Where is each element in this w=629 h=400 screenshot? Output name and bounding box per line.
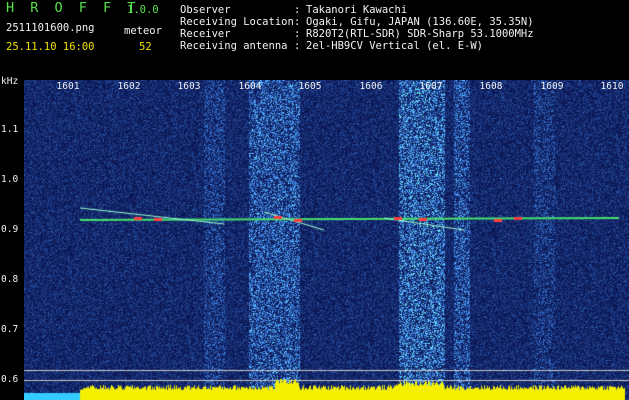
info-value-receiver: R820T2(RTL-SDR) SDR-Sharp 53.1000MHz bbox=[306, 28, 534, 40]
x-tick-label: 1602 bbox=[117, 81, 141, 92]
file-datetime: 25.11.10 16:00 bbox=[6, 41, 95, 53]
y-tick-label: 1.0 bbox=[1, 174, 19, 185]
app-version: 1.0.0 bbox=[127, 4, 159, 16]
x-tick-label: 1608 bbox=[479, 81, 503, 92]
frequency-axis: kHz 1.1 1.0 0.9 0.8 0.7 0.6 bbox=[0, 76, 24, 400]
info-label-antenna: Receiving antenna bbox=[180, 40, 288, 52]
info-value-location: Ogaki, Gifu, JAPAN (136.60E, 35.35N) bbox=[306, 16, 534, 28]
x-tick-label: 1607 bbox=[419, 81, 443, 92]
x-tick-label: 1609 bbox=[540, 81, 564, 92]
info-sep-location: : bbox=[294, 16, 301, 28]
y-tick-label: 0.9 bbox=[1, 224, 19, 235]
header-panel: H R O F F T 1.0.0 2511101600.png 25.11.1… bbox=[0, 0, 629, 80]
axis-unit-label: kHz bbox=[1, 76, 19, 87]
file-name: 2511101600.png bbox=[6, 22, 95, 34]
spectrogram-panel: 1601 1602 1603 1604 1605 1606 1607 1608 … bbox=[24, 80, 629, 400]
info-value-observer: Takanori Kawachi bbox=[306, 4, 408, 16]
spectrogram-canvas bbox=[24, 80, 629, 400]
info-sep-observer: : bbox=[294, 4, 301, 16]
x-tick-label: 1606 bbox=[359, 81, 383, 92]
x-tick-label: 1603 bbox=[177, 81, 201, 92]
info-sep-receiver: : bbox=[294, 28, 301, 40]
x-tick-label: 1610 bbox=[600, 81, 624, 92]
meteor-label: meteor bbox=[124, 25, 162, 37]
info-label-observer: Observer bbox=[180, 4, 231, 16]
y-tick-label: 0.6 bbox=[1, 374, 19, 385]
info-label-receiver: Receiver bbox=[180, 28, 231, 40]
info-value-antenna: 2el-HB9CV Vertical (el. E-W) bbox=[306, 40, 484, 52]
x-tick-label: 1601 bbox=[56, 81, 80, 92]
y-tick-label: 1.1 bbox=[1, 124, 19, 135]
meteor-count: 52 bbox=[139, 41, 152, 53]
x-tick-label: 1605 bbox=[298, 81, 322, 92]
info-label-location: Receiving Location bbox=[180, 16, 294, 28]
info-sep-antenna: : bbox=[294, 40, 301, 52]
y-tick-label: 0.8 bbox=[1, 274, 19, 285]
y-tick-label: 0.7 bbox=[1, 324, 19, 335]
app-title: H R O F F T bbox=[6, 0, 140, 16]
x-tick-label: 1604 bbox=[238, 81, 262, 92]
